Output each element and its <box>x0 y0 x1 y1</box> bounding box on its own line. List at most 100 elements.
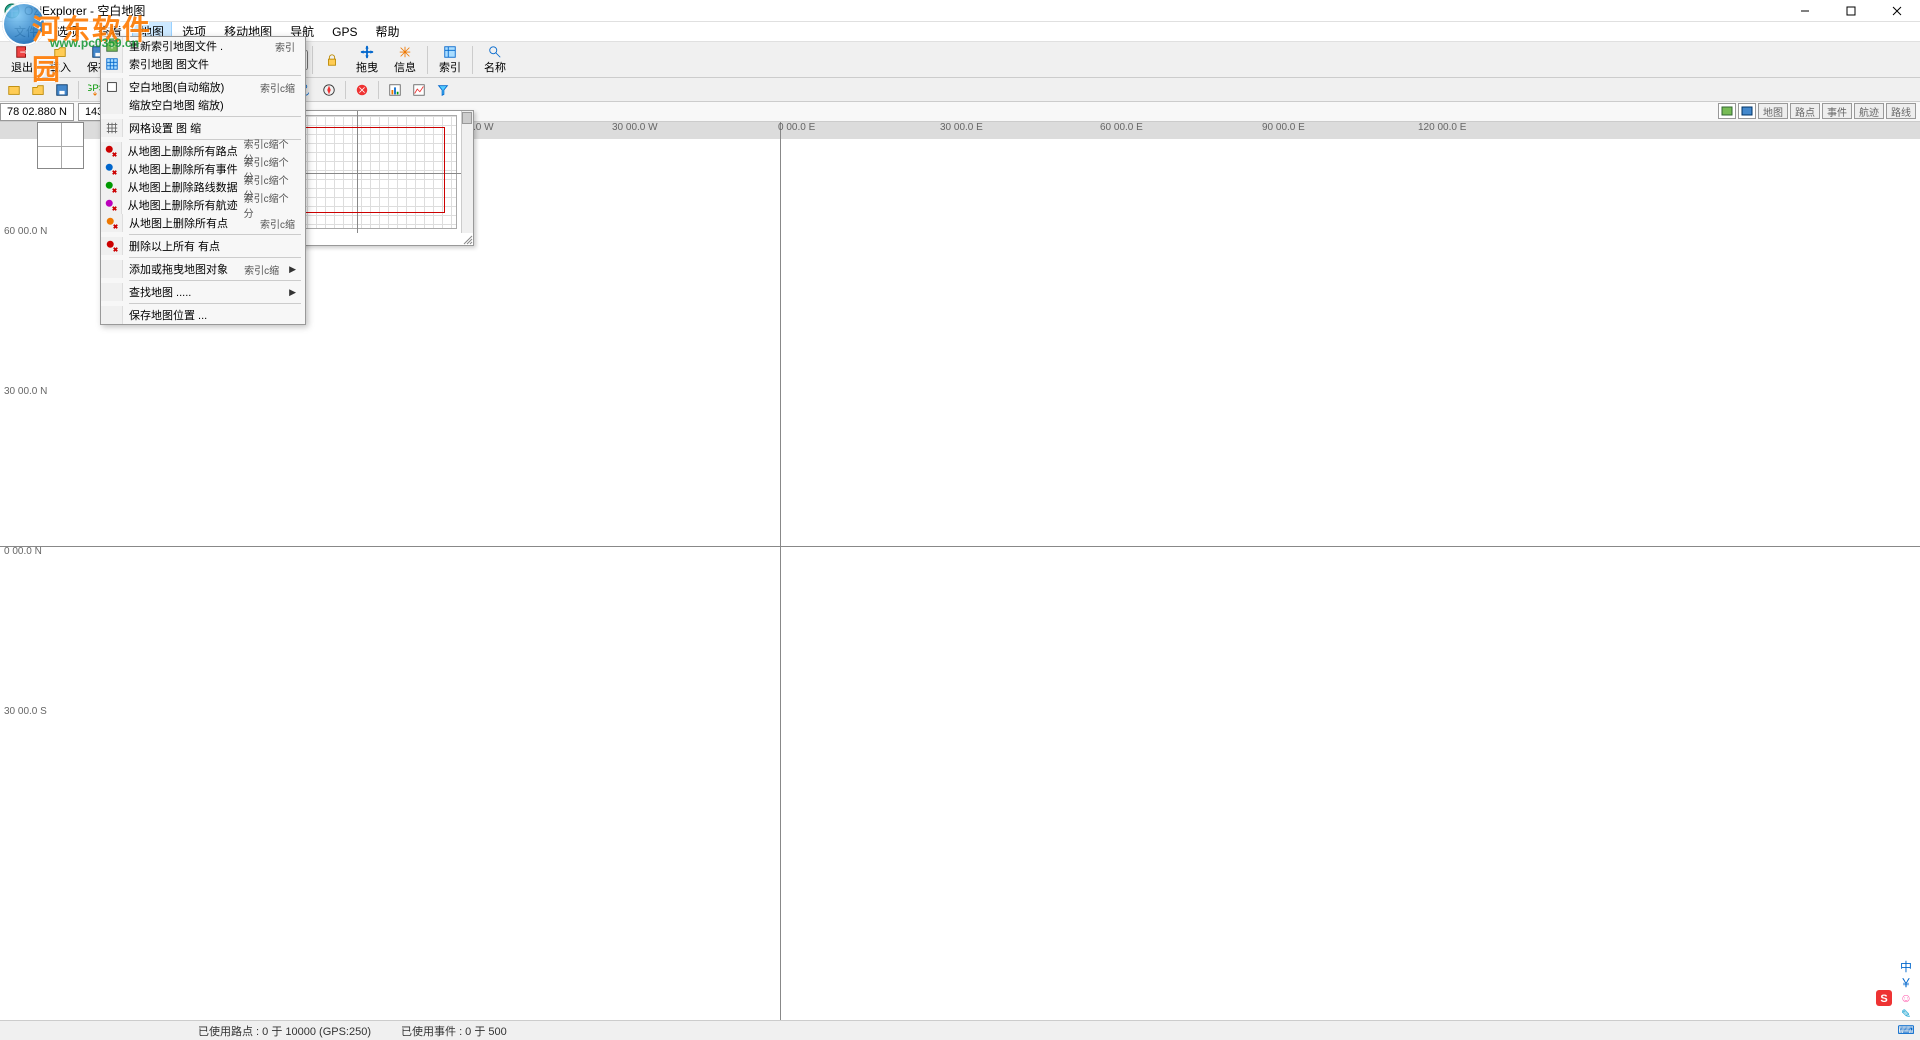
menu-item[interactable]: 空白地图(自动缩放)索引c缩 <box>101 78 305 96</box>
compass-button[interactable] <box>319 80 339 100</box>
exit-icon <box>14 45 30 59</box>
drag-icon <box>359 45 375 59</box>
menu-帮助[interactable]: 帮助 <box>367 21 407 42</box>
filter-地图-button[interactable]: 地图 <box>1758 103 1788 119</box>
flag-red-button[interactable] <box>352 80 372 100</box>
exit-button[interactable]: 退出 <box>4 44 40 76</box>
filter-路线-button[interactable]: 路线 <box>1886 103 1916 119</box>
filter-航迹-button[interactable]: 航迹 <box>1854 103 1884 119</box>
menu-选项[interactable]: 选项 <box>48 21 88 42</box>
del-all-icon <box>101 237 123 255</box>
close-button[interactable] <box>1874 0 1920 22</box>
load-button[interactable]: 载入 <box>42 44 78 76</box>
map-menu-dropdown: 重新索引地图文件 .索引索引地图 图文件空白地图(自动缩放)索引c缩缩放空白地图… <box>100 36 306 325</box>
lon-label: 30 00.0 W <box>612 122 658 133</box>
load-icon <box>52 45 68 59</box>
tray-icon-4[interactable]: ⌨ <box>1898 1022 1914 1038</box>
folder-open-icon <box>31 83 45 97</box>
lon-label: 120 00.0 E <box>1418 122 1466 133</box>
graph-icon <box>412 83 426 97</box>
chart-button[interactable] <box>385 80 405 100</box>
folder-icon <box>7 83 21 97</box>
menu-item[interactable]: 索引地图 图文件 <box>101 55 305 73</box>
folder-open-button[interactable] <box>28 80 48 100</box>
overview-scrollbar[interactable] <box>461 111 473 233</box>
filter-路点-button[interactable]: 路点 <box>1790 103 1820 119</box>
del-green-icon <box>101 178 122 196</box>
status-bar: 已使用路点 : 0 于 10000 (GPS:250) 已使用事件 : 0 于 … <box>0 1020 1920 1040</box>
tray-icon-3[interactable]: ✎ <box>1898 1006 1914 1022</box>
del-mag-icon <box>101 196 122 214</box>
lat-label: 0 00.0 N <box>4 546 42 557</box>
lock-icon <box>324 52 340 68</box>
arrows-icon <box>397 45 413 59</box>
filter-icon <box>436 83 450 97</box>
compass-icon <box>322 83 336 97</box>
menu-item[interactable]: 网格设置 图 缩 <box>101 119 305 137</box>
index-button[interactable]: 索引 <box>432 44 468 76</box>
app-icon <box>4 3 20 19</box>
svg-text:S: S <box>1880 993 1887 1005</box>
ime-logo-icon[interactable]: S <box>1876 990 1892 1006</box>
title-bar: OziExplorer - 空白地图 <box>0 0 1920 22</box>
tray-icon-2[interactable]: ☺ <box>1898 990 1914 1006</box>
lon-label: 0 00.0 E <box>778 122 815 133</box>
menu-item[interactable]: 从地图上删除所有点索引c缩 <box>101 214 305 232</box>
del-org-icon <box>101 214 123 232</box>
status-events: 已使用事件 : 0 于 500 <box>401 1023 507 1039</box>
mini-map-box[interactable] <box>37 122 84 169</box>
index-icon <box>101 55 123 73</box>
blank-icon <box>101 260 123 278</box>
window-title: OziExplorer - 空白地图 <box>24 2 145 19</box>
filter-button[interactable] <box>433 80 453 100</box>
thumb2-button[interactable] <box>1738 103 1756 119</box>
ime-tray: S 中￥☺✎⌨ <box>1876 958 1914 1038</box>
lat-label: 60 00.0 N <box>4 226 47 237</box>
tray-icon-0[interactable]: 中 <box>1898 958 1914 974</box>
del-red-icon <box>101 142 122 160</box>
name-button[interactable]: 名称 <box>477 44 513 76</box>
menu-item[interactable]: 删除以上所有 有点 <box>101 237 305 255</box>
maximize-button[interactable] <box>1828 0 1874 22</box>
menu-item[interactable]: 缩放空白地图 缩放) <box>101 96 305 114</box>
graph-button[interactable] <box>409 80 429 100</box>
grid-icon <box>101 119 123 137</box>
chart-icon <box>388 83 402 97</box>
menu-文件[interactable]: 文件 <box>6 21 46 42</box>
blank-icon <box>101 96 123 114</box>
lon-label: 90 00.0 E <box>1262 122 1305 133</box>
del-blue-icon <box>101 160 122 178</box>
blank-icon <box>101 283 123 301</box>
lon-label: 60 00.0 E <box>1100 122 1143 133</box>
save-icon <box>55 83 69 97</box>
search-icon <box>487 45 503 59</box>
chevron-right-icon: ▶ <box>289 264 299 275</box>
menu-item[interactable]: 重新索引地图文件 .索引 <box>101 37 305 55</box>
drag-button[interactable]: 拖曳 <box>349 44 385 76</box>
lat-label: 30 00.0 S <box>4 706 47 717</box>
menu-item[interactable]: 保存地图位置 ... <box>101 306 305 324</box>
flag-red-icon <box>355 83 369 97</box>
menu-item[interactable]: 从地图上删除所有航迹索引c缩个分 <box>101 196 305 214</box>
menu-item[interactable]: 添加或拖曳地图对象索引c缩▶ <box>101 260 305 278</box>
index-icon <box>442 45 458 59</box>
square-icon <box>101 78 123 96</box>
menu-GPS[interactable]: GPS <box>324 23 365 41</box>
minimize-button[interactable] <box>1782 0 1828 22</box>
folder-button[interactable] <box>4 80 24 100</box>
chevron-right-icon: ▶ <box>289 287 299 298</box>
lat-label: 30 00.0 N <box>4 386 47 397</box>
blank-icon <box>101 306 123 324</box>
reindex-icon <box>101 37 123 55</box>
tray-icon-1[interactable]: ￥ <box>1898 974 1914 990</box>
lock-button[interactable] <box>317 44 347 76</box>
save-button[interactable] <box>52 80 72 100</box>
status-waypoints: 已使用路点 : 0 于 10000 (GPS:250) <box>198 1023 371 1039</box>
lon-label: 30 00.0 E <box>940 122 983 133</box>
filter-事件-button[interactable]: 事件 <box>1822 103 1852 119</box>
thumb1-button[interactable] <box>1718 103 1736 119</box>
menu-item[interactable]: 查找地图 .....▶ <box>101 283 305 301</box>
resize-handle-icon[interactable] <box>461 233 473 245</box>
info-button[interactable]: 信息 <box>387 44 423 76</box>
latitude-box: 78 02.880 N <box>0 103 74 121</box>
